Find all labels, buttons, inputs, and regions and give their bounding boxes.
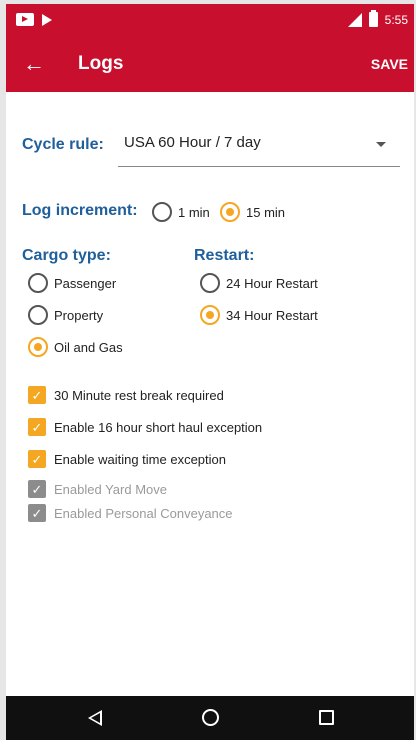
dropdown-arrow-icon[interactable]	[376, 142, 386, 147]
log-increment-label: Log increment:	[22, 202, 138, 219]
settings-form: Cycle rule: USA 60 Hour / 7 day Log incr…	[6, 92, 414, 696]
cargo-option-label: Property	[54, 308, 104, 323]
cargo-type-label: Cargo type:	[22, 247, 111, 264]
checkbox-short-haul[interactable]: ✓	[28, 418, 46, 436]
log-increment-radio-1min[interactable]	[152, 202, 172, 222]
checkbox-label: Enable waiting time exception	[54, 452, 226, 467]
checkbox-label: Enabled Yard Move	[54, 482, 167, 497]
checkbox-label: Enabled Personal Conveyance	[54, 506, 233, 521]
cycle-rule-underline	[118, 166, 400, 167]
back-arrow-icon[interactable]: ←	[20, 50, 48, 78]
restart-option-label: 24 Hour Restart	[226, 276, 318, 291]
log-increment-option-label: 1 min	[178, 205, 210, 220]
system-nav-bar	[6, 696, 414, 740]
cargo-option-label: Oil and Gas	[54, 340, 123, 355]
youtube-notification-icon	[16, 13, 34, 26]
cargo-radio-passenger[interactable]	[28, 273, 48, 293]
cycle-rule-label: Cycle rule:	[22, 136, 104, 153]
signal-icon	[346, 12, 362, 27]
restart-radio-24h[interactable]	[200, 273, 220, 293]
checkbox-waiting-time[interactable]: ✓	[28, 450, 46, 468]
cycle-rule-select[interactable]: USA 60 Hour / 7 day	[124, 134, 261, 151]
nav-recents-icon[interactable]	[319, 710, 334, 725]
restart-label: Restart:	[194, 247, 255, 264]
log-increment-option-label: 15 min	[246, 205, 286, 220]
status-bar: 5:55	[6, 4, 414, 36]
status-notifications	[16, 13, 52, 26]
cargo-radio-property[interactable]	[28, 305, 48, 325]
checkbox-label: Enable 16 hour short haul exception	[54, 420, 263, 435]
cargo-option-label: Passenger	[54, 276, 117, 291]
status-right: 5:55	[346, 10, 408, 27]
save-button[interactable]: SAVE	[371, 56, 408, 72]
checkbox-personal-conveyance: ✓	[28, 504, 46, 522]
restart-radio-34h[interactable]	[200, 305, 220, 325]
checkbox-yard-move: ✓	[28, 480, 46, 498]
nav-back-icon[interactable]	[88, 710, 102, 726]
checkbox-label: 30 Minute rest break required	[54, 388, 224, 403]
battery-icon	[368, 10, 378, 27]
phone-screen: 5:55 ← Logs SAVE Cycle rule: USA 60 Hour…	[6, 4, 414, 740]
play-store-notification-icon	[42, 13, 52, 26]
checkbox-rest-break[interactable]: ✓	[28, 386, 46, 404]
status-time: 5:55	[384, 12, 408, 27]
page-title: Logs	[78, 53, 124, 74]
nav-home-icon[interactable]	[202, 709, 219, 726]
cargo-radio-oil-and-gas[interactable]	[28, 337, 48, 357]
app-bar: ← Logs SAVE	[6, 36, 414, 92]
restart-option-label: 34 Hour Restart	[226, 308, 318, 323]
log-increment-radio-15min[interactable]	[220, 202, 240, 222]
